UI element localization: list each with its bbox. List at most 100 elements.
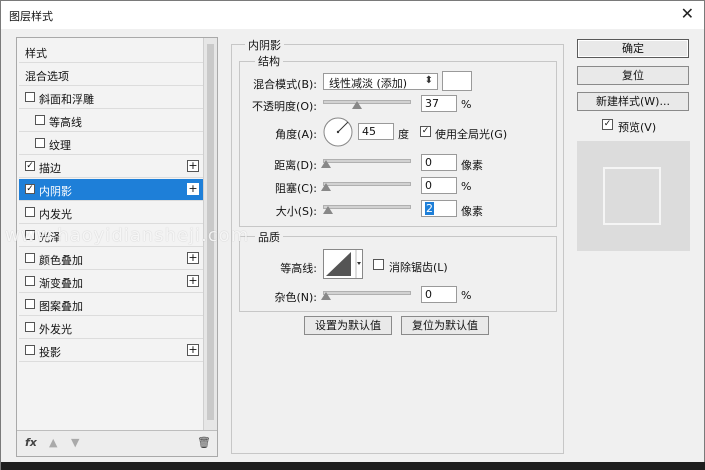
choke-unit: %	[461, 180, 472, 193]
add-drop-shadow-icon[interactable]: +	[187, 344, 199, 356]
distance-unit: 像素	[461, 159, 483, 172]
noise-input[interactable]: 0	[421, 286, 457, 303]
move-down-icon[interactable]: ▼	[71, 436, 79, 449]
choke-input[interactable]: 0	[421, 177, 457, 194]
trash-icon[interactable]: 🗑	[197, 436, 211, 449]
dialog-title: 图层样式	[9, 10, 53, 23]
opacity-input[interactable]: 37	[421, 95, 457, 112]
blend-mode-label: 混合模式(B):	[253, 78, 317, 91]
preview-checkbox[interactable]: ✓	[602, 119, 613, 130]
list-item-label: 混合选项	[25, 70, 69, 83]
list-item-texture[interactable]: 纹理	[19, 133, 203, 155]
list-item-contour[interactable]: 等高线	[19, 110, 203, 132]
list-item-label: 颜色叠加	[39, 254, 83, 267]
style-preview	[577, 141, 690, 251]
title-bar: 图层样式 ✕	[1, 1, 704, 29]
opacity-slider-track[interactable]	[323, 100, 411, 104]
taskbar-strip	[1, 462, 705, 470]
shadow-color-swatch[interactable]	[442, 71, 472, 91]
noise-slider-thumb[interactable]	[321, 292, 331, 300]
add-gradient-overlay-icon[interactable]: +	[187, 275, 199, 287]
list-item-label: 渐变叠加	[39, 277, 83, 290]
angle-dial-icon[interactable]	[322, 116, 354, 148]
size-unit: 像素	[461, 205, 483, 218]
opacity-label: 不透明度(O):	[252, 100, 317, 113]
checkbox-bevel-emboss[interactable]	[25, 92, 35, 102]
reset-button[interactable]: 复位	[577, 66, 689, 85]
global-light-label: 使用全局光(G)	[435, 128, 508, 141]
quality-title: 品质	[255, 229, 283, 245]
list-item-label: 内发光	[39, 208, 72, 221]
scrollbar-thumb[interactable]	[207, 44, 214, 420]
add-color-overlay-icon[interactable]: +	[187, 252, 199, 264]
structure-title: 结构	[255, 53, 283, 69]
angle-unit: 度	[398, 128, 409, 141]
style-list-footer: fx ▲ ▼ 🗑	[17, 430, 217, 456]
list-item-pattern-overlay[interactable]: 图案叠加	[19, 294, 203, 316]
global-light-checkbox[interactable]: ✓	[420, 126, 431, 137]
style-list-scrollbar[interactable]	[203, 38, 217, 430]
list-item-inner-shadow[interactable]: ✓ 内阴影 +	[19, 179, 203, 201]
checkbox-inner-glow[interactable]	[25, 207, 35, 217]
close-icon[interactable]: ✕	[681, 5, 694, 23]
list-item-label: 样式	[25, 47, 47, 60]
choke-slider-track[interactable]	[323, 182, 411, 186]
size-slider-thumb[interactable]	[323, 206, 333, 214]
list-item-label: 投影	[39, 346, 61, 359]
opacity-unit: %	[461, 98, 472, 111]
checkbox-contour[interactable]	[35, 115, 45, 125]
distance-slider-thumb[interactable]	[321, 160, 331, 168]
move-up-icon[interactable]: ▲	[49, 436, 57, 449]
distance-input[interactable]: 0	[421, 154, 457, 171]
list-item-satin[interactable]: 光泽	[19, 225, 203, 247]
angle-input[interactable]: 45	[358, 123, 394, 140]
list-item-label: 等高线	[49, 116, 82, 129]
contour-label: 等高线:	[280, 262, 317, 275]
list-item-label: 斜面和浮雕	[39, 93, 94, 106]
checkbox-gradient-overlay[interactable]	[25, 276, 35, 286]
list-item-label: 纹理	[49, 139, 71, 152]
size-slider-track[interactable]	[323, 205, 411, 209]
checkbox-texture[interactable]	[35, 138, 45, 148]
panel-title: 内阴影	[245, 37, 284, 53]
angle-label: 角度(A):	[275, 128, 317, 141]
list-item-drop-shadow[interactable]: 投影 +	[19, 340, 203, 362]
list-item-blending-options[interactable]: 混合选项	[19, 64, 203, 86]
list-item-bevel-emboss[interactable]: 斜面和浮雕	[19, 87, 203, 109]
size-label: 大小(S):	[275, 205, 317, 218]
size-input[interactable]: 2	[421, 200, 457, 217]
checkbox-color-overlay[interactable]	[25, 253, 35, 263]
checkbox-inner-shadow[interactable]: ✓	[25, 184, 35, 194]
reset-default-button[interactable]: 复位为默认值	[401, 316, 489, 335]
distance-slider-track[interactable]	[323, 159, 411, 163]
choke-slider-thumb[interactable]	[321, 183, 331, 191]
checkbox-drop-shadow[interactable]	[25, 345, 35, 355]
list-item-styles[interactable]: 样式	[19, 41, 203, 63]
checkbox-pattern-overlay[interactable]	[25, 299, 35, 309]
contour-picker[interactable]	[323, 249, 363, 279]
opacity-slider-thumb[interactable]	[352, 101, 362, 109]
list-item-stroke[interactable]: ✓ 描边 +	[19, 156, 203, 178]
blend-mode-select[interactable]: 线性减淡 (添加) ⬍	[323, 73, 438, 90]
checkbox-satin[interactable]	[25, 230, 35, 240]
preview-label: 预览(V)	[618, 121, 657, 134]
list-item-label: 描边	[39, 162, 61, 175]
anti-alias-checkbox[interactable]	[373, 259, 384, 270]
list-item-gradient-overlay[interactable]: 渐变叠加 +	[19, 271, 203, 293]
fx-icon[interactable]: fx	[25, 436, 37, 449]
checkbox-stroke[interactable]: ✓	[25, 161, 35, 171]
make-default-button[interactable]: 设置为默认值	[304, 316, 392, 335]
add-inner-shadow-icon[interactable]: +	[187, 183, 199, 195]
list-item-inner-glow[interactable]: 内发光	[19, 202, 203, 224]
new-style-button[interactable]: 新建样式(W)...	[577, 92, 689, 111]
list-item-label: 光泽	[39, 231, 61, 244]
noise-slider-track[interactable]	[323, 291, 411, 295]
add-stroke-icon[interactable]: +	[187, 160, 199, 172]
anti-alias-label: 消除锯齿(L)	[389, 261, 448, 274]
preview-swatch	[603, 167, 661, 225]
list-item-color-overlay[interactable]: 颜色叠加 +	[19, 248, 203, 270]
checkbox-outer-glow[interactable]	[25, 322, 35, 332]
ok-button[interactable]: 确定	[577, 39, 689, 58]
list-item-outer-glow[interactable]: 外发光	[19, 317, 203, 339]
style-list: 样式 混合选项 斜面和浮雕 等高线 纹理 ✓ 描边 + ✓ 内阴影 + 内发光 …	[17, 38, 203, 430]
